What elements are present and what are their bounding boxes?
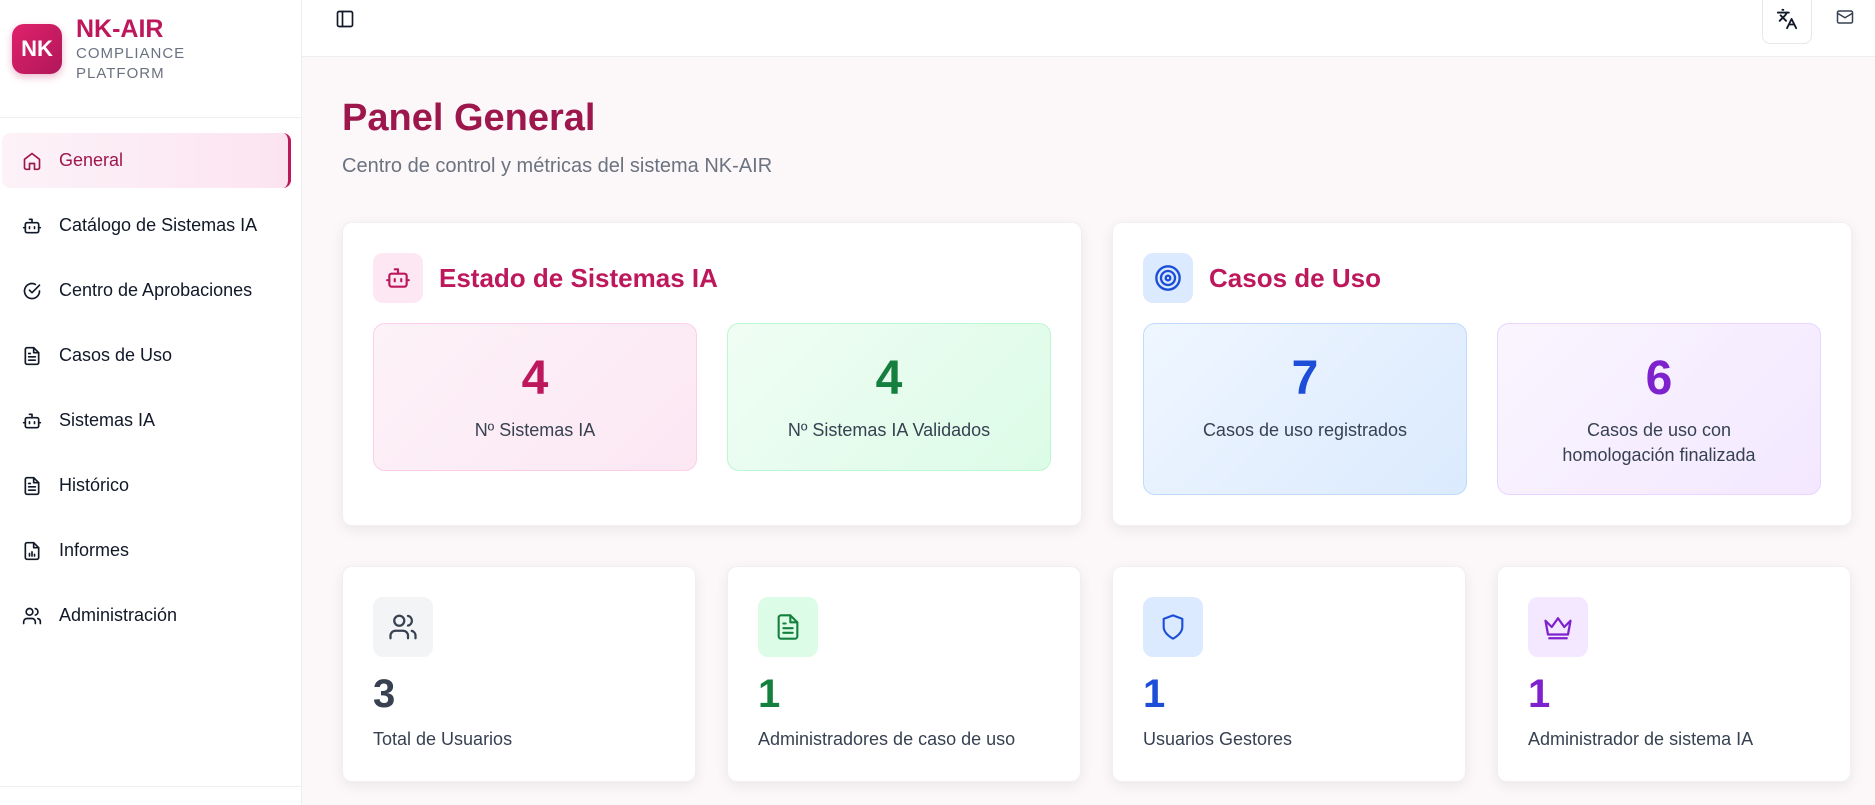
stat-value: 4 (521, 352, 549, 405)
sidebar-item-administracion[interactable]: Administración (2, 588, 291, 643)
sidebar-footer-divider (0, 786, 301, 787)
card-value: 3 (373, 672, 396, 716)
bot-icon (22, 215, 44, 237)
card-admin-casos[interactable]: 1 Administradores de caso de uso (727, 566, 1081, 782)
sidebar-nav: General Catálogo de Sistemas IA Centro d… (2, 133, 291, 653)
sidebar-item-label: Histórico (59, 475, 130, 495)
card-usuarios-gestores[interactable]: 1 Usuarios Gestores (1112, 566, 1466, 782)
target-icon (1143, 253, 1193, 303)
brand-text: NK-AIR COMPLIANCE PLATFORM (76, 14, 185, 84)
brand-logo: NK (12, 24, 62, 74)
stat-sistemas-ia[interactable]: 4 Nº Sistemas IA (373, 323, 697, 471)
stat-label: Casos de uso con homologación finalizada (1562, 420, 1756, 465)
sidebar-toggle-button[interactable] (330, 7, 360, 35)
users-icon (22, 605, 44, 627)
file-text-icon (758, 597, 818, 657)
sidebar-item-historico[interactable]: Histórico (2, 458, 291, 513)
sidebar-item-label: Catálogo de Sistemas IA (59, 215, 258, 235)
stat-casos-registrados[interactable]: 7 Casos de uso registrados (1143, 323, 1467, 495)
sidebar-item-label: General (59, 150, 124, 170)
mail-button[interactable] (1830, 6, 1860, 32)
sidebar-item-casos-de-uso[interactable]: Casos de Uso (2, 328, 291, 383)
bot-icon (373, 253, 423, 303)
crown-icon (1528, 597, 1588, 657)
card-value: 1 (1143, 672, 1166, 716)
sidebar-item-sistemas-ia[interactable]: Sistemas IA (2, 393, 291, 448)
bot-icon (22, 410, 44, 432)
sidebar-item-general[interactable]: General (2, 133, 291, 188)
stat-value: 4 (875, 352, 903, 405)
topbar (302, 0, 1875, 57)
sidebar-item-catalogo[interactable]: Catálogo de Sistemas IA (2, 198, 291, 253)
brand-subtitle-line1: COMPLIANCE (76, 45, 186, 62)
card-value: 1 (758, 672, 781, 716)
card-total-usuarios[interactable]: 3 Total de Usuarios (342, 566, 696, 782)
page-title: Panel General (342, 97, 596, 139)
page-subtitle: Centro de control y métricas del sistema… (342, 155, 773, 177)
stat-value: 6 (1645, 352, 1673, 405)
sidebar-item-label: Sistemas IA (59, 410, 156, 430)
panel-header: Casos de Uso (1143, 253, 1381, 303)
use-cases-panel: Casos de Uso 7 Casos de uso registrados … (1112, 222, 1852, 526)
card-admin-sistema[interactable]: 1 Administrador de sistema IA (1497, 566, 1851, 782)
sidebar-item-aprobaciones[interactable]: Centro de Aprobaciones (2, 263, 291, 318)
card-label: Administradores de caso de uso (758, 729, 1016, 749)
systems-status-panel: Estado de Sistemas IA 4 Nº Sistemas IA 4… (342, 222, 1082, 526)
stat-label: Nº Sistemas IA (474, 420, 596, 440)
stat-sistemas-validados[interactable]: 4 Nº Sistemas IA Validados (727, 323, 1051, 471)
mail-icon (1836, 8, 1854, 31)
file-text-icon (22, 345, 44, 367)
card-label: Total de Usuarios (373, 729, 513, 749)
card-label: Usuarios Gestores (1143, 729, 1293, 749)
brand-subtitle-line2: PLATFORM (76, 65, 165, 82)
translate-icon (1776, 8, 1798, 35)
sidebar-item-label: Centro de Aprobaciones (59, 280, 253, 300)
panel-header: Estado de Sistemas IA (373, 253, 718, 303)
stat-label: Casos de uso registrados (1202, 420, 1408, 440)
sidebar-item-label: Informes (59, 540, 130, 560)
users-icon (373, 597, 433, 657)
panel-title: Casos de Uso (1209, 262, 1381, 293)
brand[interactable]: NK NK-AIR COMPLIANCE PLATFORM (12, 14, 185, 84)
file-text-icon (22, 475, 44, 497)
sidebar-toggle-icon (335, 9, 355, 34)
sidebar-item-informes[interactable]: Informes (2, 523, 291, 578)
report-icon (22, 540, 44, 562)
sidebar: NK NK-AIR COMPLIANCE PLATFORM General Ca… (0, 0, 302, 805)
stat-casos-homologados[interactable]: 6 Casos de uso con homologación finaliza… (1497, 323, 1821, 495)
panel-title: Estado de Sistemas IA (439, 262, 718, 293)
stat-label: Nº Sistemas IA Validados (787, 420, 991, 440)
shield-icon (1143, 597, 1203, 657)
sidebar-item-label: Administración (59, 605, 178, 625)
card-value: 1 (1528, 672, 1551, 716)
language-button[interactable] (1762, 0, 1812, 44)
sidebar-divider (0, 117, 301, 118)
check-circle-icon (22, 280, 44, 302)
card-label: Administrador de sistema IA (1528, 729, 1754, 749)
stat-value: 7 (1291, 352, 1319, 405)
sidebar-item-label: Casos de Uso (59, 345, 173, 365)
home-icon (22, 150, 44, 172)
brand-name: NK-AIR (76, 15, 164, 43)
